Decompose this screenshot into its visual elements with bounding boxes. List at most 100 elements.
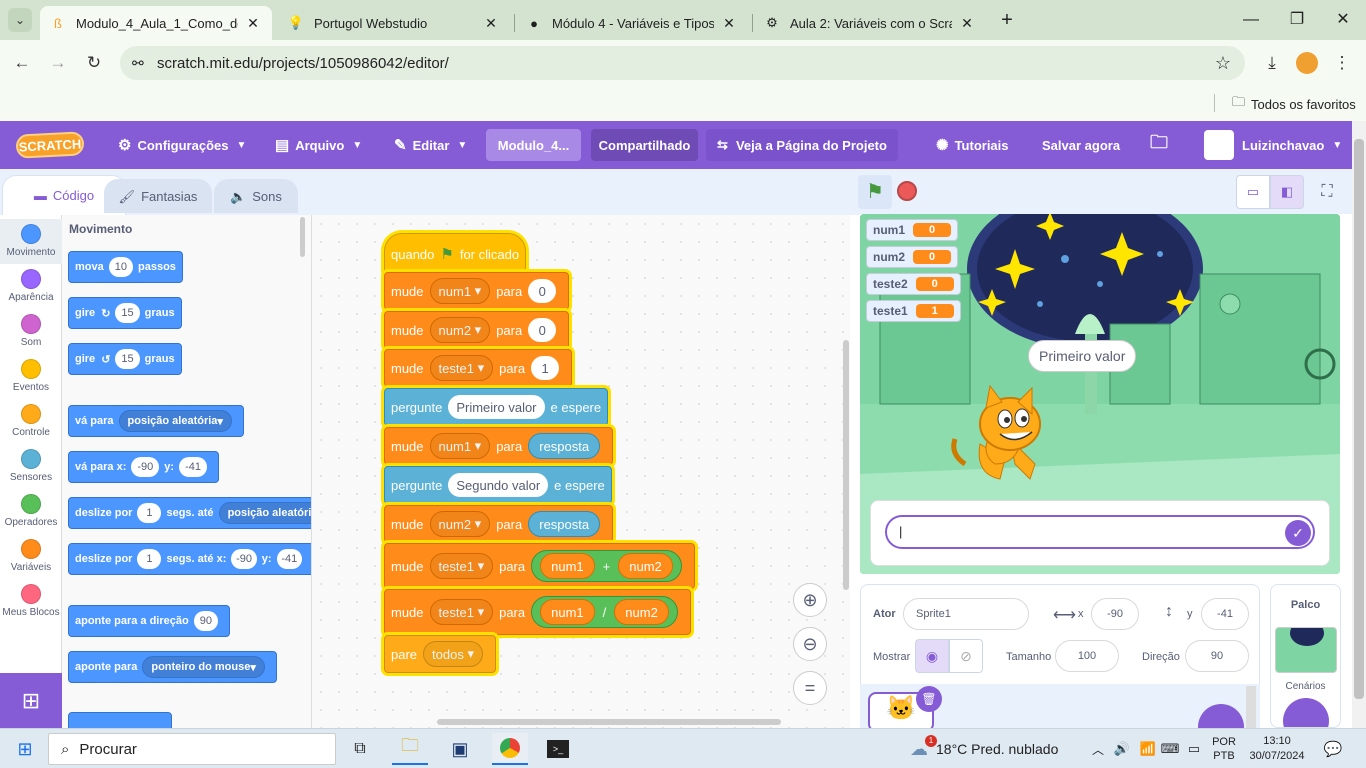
- shared-button[interactable]: Compartilhado: [591, 129, 698, 161]
- address-bar[interactable]: ⚯ scratch.mit.edu/projects/1050986042/ed…: [120, 46, 1245, 80]
- block-glide-xy[interactable]: deslize por 1 segs. até x: -90 y: -41: [68, 543, 311, 575]
- variable-monitor[interactable]: teste2 0: [866, 273, 961, 295]
- minimize-button[interactable]: —: [1236, 8, 1266, 32]
- file-menu[interactable]: ▤ Arquivo ▼: [275, 121, 362, 169]
- horizontal-scrollbar[interactable]: [437, 719, 781, 725]
- bookmark-star-icon[interactable]: ☆: [1215, 53, 1231, 74]
- block-stop[interactable]: pare todos ▾: [384, 635, 496, 673]
- block-goto-xy[interactable]: vá para x: -90 y: -41: [68, 451, 219, 483]
- add-extension-button[interactable]: ⊞: [0, 673, 62, 728]
- restore-button[interactable]: ❐: [1282, 8, 1312, 32]
- close-icon[interactable]: ✕: [244, 15, 262, 32]
- network-icon[interactable]: 📶: [1138, 733, 1158, 765]
- block-set-variable[interactable]: mude num2 ▾ para 0: [384, 311, 570, 349]
- forward-icon[interactable]: →: [46, 51, 70, 75]
- block-when-flag-clicked[interactable]: quando ⚑ for clicado: [384, 233, 527, 275]
- block-goto[interactable]: vá para posição aleatória ▾: [68, 405, 244, 437]
- category-looks[interactable]: Aparência: [0, 264, 62, 309]
- close-window-button[interactable]: ✕: [1328, 8, 1358, 32]
- see-project-page-button[interactable]: ⇆ Veja a Página do Projeto: [706, 129, 898, 161]
- task-view-icon[interactable]: ⧉: [344, 733, 376, 765]
- account-menu[interactable]: Luizinchavao ▼: [1204, 121, 1342, 169]
- operator-divide[interactable]: num1 / num2: [531, 596, 678, 628]
- tutorials-button[interactable]: ✺ Tutoriais: [936, 121, 1009, 169]
- browser-tab-1[interactable]: ß Modulo_4_Aula_1_Como_declar ✕: [40, 6, 272, 40]
- my-stuff-folder-icon[interactable]: 🗀: [1150, 121, 1168, 169]
- reload-icon[interactable]: ↻: [82, 51, 106, 75]
- chrome-icon[interactable]: [492, 733, 528, 765]
- file-explorer-icon[interactable]: 🗀: [392, 733, 428, 765]
- tab-search-button[interactable]: ⌄: [8, 8, 32, 32]
- browser-tab-4[interactable]: ⚙ Aula 2: Variáveis com o Scratch ✕: [754, 6, 986, 40]
- volume-icon[interactable]: 🔊: [1112, 733, 1132, 765]
- block-set-variable[interactable]: mude teste1 ▾ para num1 / num2: [384, 589, 691, 635]
- keyboard-icon[interactable]: ⌨: [1160, 733, 1180, 765]
- block-turn-right[interactable]: gire ↻ 15 graus: [68, 297, 182, 329]
- hide-eye-icon[interactable]: ⊘: [949, 639, 983, 673]
- block-point-direction[interactable]: aponte para a direção 90: [68, 605, 230, 637]
- tab-costumes[interactable]: 🖌 Fantasias: [104, 179, 212, 213]
- palette-scrollbar[interactable]: [300, 217, 305, 257]
- new-tab-button[interactable]: +: [992, 8, 1022, 32]
- script-area[interactable]: quando ⚑ for clicado mude num1 ▾ para 0 mude n…: [312, 215, 850, 728]
- save-now-button[interactable]: Salvar agora: [1042, 121, 1120, 169]
- operator-add[interactable]: num1 + num2: [531, 550, 682, 582]
- sprite-list-scrollbar[interactable]: [1246, 686, 1256, 728]
- vertical-scrollbar[interactable]: [843, 340, 849, 590]
- back-icon[interactable]: ←: [10, 51, 34, 75]
- stop-button[interactable]: [897, 181, 917, 201]
- block-move[interactable]: mova 10 passos: [68, 251, 183, 283]
- block-set-variable[interactable]: mude teste1 ▾ para num1 + num2: [384, 543, 695, 589]
- menu-dots-icon[interactable]: ⋮: [1330, 51, 1354, 75]
- size-input[interactable]: 100: [1055, 640, 1119, 672]
- tab-sounds[interactable]: 🔈 Sons: [214, 179, 298, 213]
- settings-menu[interactable]: ⚙ Configurações ▼: [118, 121, 246, 169]
- block-set-variable[interactable]: mude num1 ▾ para resposta: [384, 427, 614, 465]
- category-sensing[interactable]: Sensores: [0, 444, 62, 489]
- block-ask-and-wait[interactable]: pergunte Primeiro valor e espere: [384, 388, 609, 426]
- stage-target-pane[interactable]: Palco Cenários: [1270, 584, 1341, 728]
- block-ask-and-wait[interactable]: pergunte Segundo valor e espere: [384, 466, 612, 504]
- y-input[interactable]: -41: [1201, 598, 1249, 630]
- variable-monitor[interactable]: num1 0: [866, 219, 959, 241]
- scratch-logo[interactable]: SCRATCH: [15, 131, 85, 159]
- submit-check-icon[interactable]: ✓: [1285, 520, 1311, 546]
- windows-start-icon[interactable]: ⊞: [10, 733, 40, 765]
- category-variables[interactable]: Variáveis: [0, 534, 62, 579]
- category-control[interactable]: Controle: [0, 399, 62, 444]
- variable-monitor[interactable]: num2 0: [866, 246, 959, 268]
- choose-backdrop-button[interactable]: [1282, 698, 1329, 727]
- close-icon[interactable]: ✕: [958, 15, 976, 32]
- zoom-reset-button[interactable]: =: [793, 671, 827, 705]
- app-icon[interactable]: ▣: [442, 733, 478, 765]
- taskbar-search[interactable]: ⌕ Procurar: [48, 733, 336, 765]
- notifications-icon[interactable]: 💬: [1320, 733, 1346, 765]
- x-input[interactable]: -90: [1091, 598, 1139, 630]
- close-icon[interactable]: ✕: [720, 15, 738, 32]
- block-partial[interactable]: [68, 712, 172, 728]
- category-sound[interactable]: Som: [0, 309, 62, 354]
- stage[interactable]: num1 0 num2 0 teste2 0 teste1 1 Primeiro val…: [860, 214, 1340, 574]
- zoom-in-button[interactable]: ⊕: [793, 583, 827, 617]
- block-glide[interactable]: deslize por 1 segs. até posição aleatória: [68, 497, 311, 529]
- terminal-icon[interactable]: >_: [540, 733, 576, 765]
- direction-input[interactable]: 90: [1185, 640, 1249, 672]
- battery-icon[interactable]: ▭: [1184, 733, 1204, 765]
- answer-input[interactable]: |: [885, 515, 1315, 549]
- clock[interactable]: 13:10 30/07/2024: [1244, 733, 1310, 765]
- large-stage-button[interactable]: ◧: [1270, 175, 1304, 209]
- variable-monitor[interactable]: teste1 1: [866, 300, 961, 322]
- delete-sprite-icon[interactable]: 🗑: [916, 686, 942, 712]
- category-operators[interactable]: Operadores: [0, 489, 62, 534]
- block-set-variable[interactable]: mude num1 ▾ para 0: [384, 272, 570, 310]
- site-info-icon[interactable]: ⚯: [132, 55, 144, 72]
- browser-tab-3[interactable]: ● Módulo 4 - Variáveis e Tipos de ✕: [516, 6, 748, 40]
- fullscreen-icon[interactable]: ⛶: [1310, 175, 1344, 209]
- chevron-up-icon[interactable]: ︿: [1088, 733, 1108, 765]
- category-motion[interactable]: Movimento: [0, 219, 62, 264]
- block-point-towards[interactable]: aponte para ponteiro do mouse ▾: [68, 651, 277, 683]
- page-scrollbar[interactable]: [1352, 121, 1366, 728]
- block-turn-left[interactable]: gire ↺ 15 graus: [68, 343, 182, 375]
- sprite-name-input[interactable]: Sprite1: [903, 598, 1029, 630]
- download-icon[interactable]: ⤓: [1260, 51, 1284, 75]
